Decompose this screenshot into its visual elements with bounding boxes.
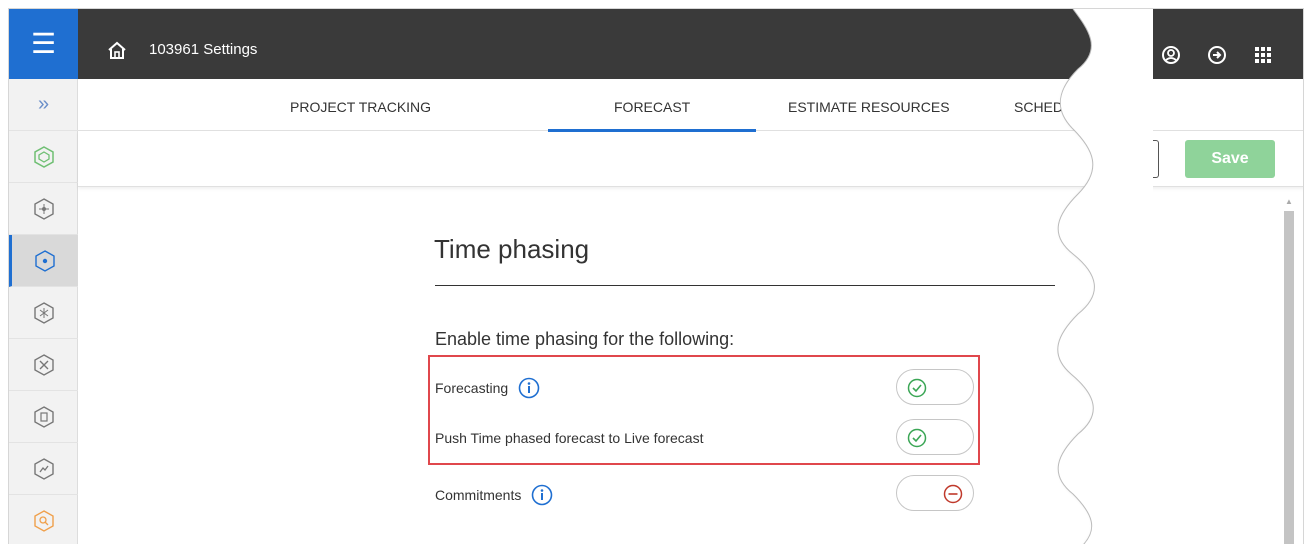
hexagon-shield-icon	[33, 405, 54, 428]
setting-row-commitments: Commitments	[435, 484, 553, 506]
rail-item-module-5[interactable]	[9, 339, 78, 391]
scroll-up-icon[interactable]: ▲	[1285, 197, 1293, 206]
grid-icon[interactable]	[1251, 43, 1275, 67]
rail-item-module-3[interactable]	[9, 235, 78, 287]
rail-item-module-7[interactable]	[9, 443, 78, 495]
logout-icon[interactable]	[1205, 43, 1229, 67]
rail-item-module-2[interactable]	[9, 183, 78, 235]
info-icon[interactable]	[518, 377, 540, 399]
rail-item-module-6[interactable]	[9, 391, 78, 443]
hexagon-cross-icon	[33, 353, 54, 376]
check-circle-icon	[907, 378, 927, 398]
hexagon-target-icon	[35, 249, 55, 272]
home-icon[interactable]	[105, 39, 129, 63]
rail-item-module-1[interactable]	[9, 131, 78, 183]
tab-forecast[interactable]: FORECAST	[614, 99, 690, 115]
menu-button[interactable]: ☰	[9, 9, 78, 79]
hexagon-network-icon	[33, 197, 54, 220]
check-circle-icon	[907, 428, 927, 448]
user-icon[interactable]	[1159, 43, 1183, 67]
page-title: 103961 Settings	[149, 41, 258, 58]
left-rail: »	[9, 79, 78, 544]
hamburger-icon: ☰	[30, 28, 57, 59]
forecasting-toggle[interactable]	[896, 369, 974, 405]
divider	[435, 285, 1055, 286]
rail-item-module-4[interactable]	[9, 287, 78, 339]
info-icon[interactable]	[531, 484, 553, 506]
setting-label: Forecasting	[435, 380, 509, 396]
section-heading: Time phasing	[434, 234, 590, 264]
minus-circle-icon	[943, 484, 963, 504]
torn-edge	[1057, 9, 1153, 544]
hexagon-search-icon	[33, 509, 54, 532]
scrollbar-thumb[interactable]	[1284, 211, 1294, 544]
highlight-box	[428, 355, 980, 465]
double-chevron-right-icon: »	[37, 93, 50, 115]
setting-row-push-forecast: Push Time phased forecast to Live foreca…	[435, 430, 703, 446]
commitments-toggle[interactable]	[896, 475, 974, 511]
push-forecast-toggle[interactable]	[896, 419, 974, 455]
rail-expand-button[interactable]: »	[9, 79, 78, 131]
setting-row-forecasting: Forecasting	[435, 377, 540, 399]
setting-label: Push Time phased forecast to Live foreca…	[435, 430, 704, 446]
hexagon-chart-icon	[33, 457, 54, 480]
tab-project-tracking[interactable]: PROJECT TRACKING	[290, 99, 431, 115]
tab-estimate-resources[interactable]: ESTIMATE RESOURCES	[788, 99, 950, 115]
save-button[interactable]: Save	[1185, 140, 1275, 178]
rail-item-module-8[interactable]	[9, 495, 78, 544]
app-window: ☰ 103961 Settings » PROJECT TRACKING FOR…	[8, 8, 1304, 544]
setting-label: Commitments	[435, 487, 522, 503]
section-subheading: Enable time phasing for the following:	[435, 329, 735, 349]
hexagon-burst-icon	[33, 301, 54, 324]
hexagon-module-icon	[33, 145, 54, 168]
